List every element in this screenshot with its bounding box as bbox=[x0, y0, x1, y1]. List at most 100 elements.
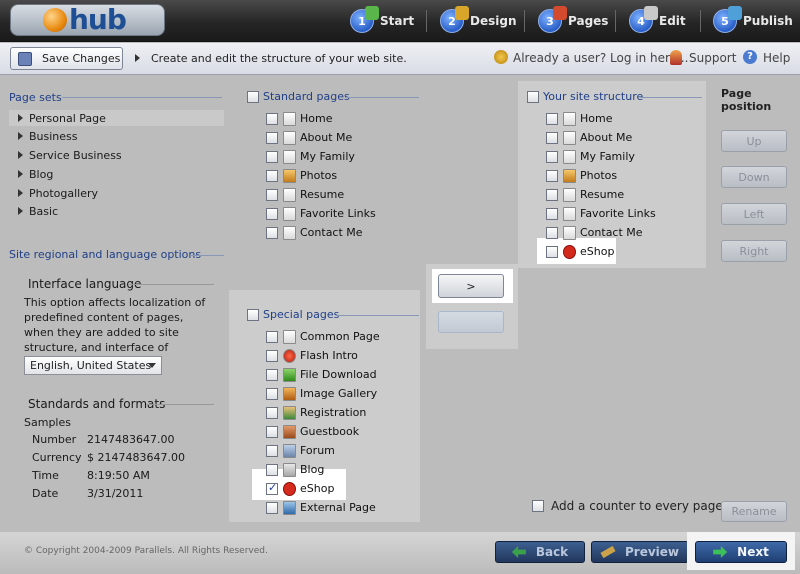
checkbox[interactable] bbox=[546, 188, 558, 201]
next-button[interactable]: Next bbox=[695, 541, 787, 563]
step-design-label: Design bbox=[470, 14, 517, 28]
special-page-registration[interactable]: Registration bbox=[266, 403, 380, 422]
checkbox[interactable] bbox=[266, 501, 278, 514]
special-page-blog[interactable]: Blog bbox=[266, 460, 380, 479]
checkbox[interactable] bbox=[266, 112, 278, 125]
special-pages-header[interactable]: Special pages bbox=[247, 308, 339, 321]
checkbox[interactable] bbox=[266, 368, 278, 381]
checkbox[interactable] bbox=[546, 131, 558, 144]
divider bbox=[337, 315, 419, 316]
standard-page-my-family[interactable]: My Family bbox=[266, 147, 376, 166]
structure-page-resume[interactable]: Resume bbox=[546, 185, 656, 204]
step-divider bbox=[700, 10, 701, 32]
checkbox[interactable] bbox=[266, 169, 278, 182]
checkbox[interactable] bbox=[546, 112, 558, 125]
checkbox[interactable] bbox=[546, 169, 558, 182]
special-page-eshop[interactable]: eShop bbox=[266, 479, 380, 498]
structure-page-home[interactable]: Home bbox=[546, 109, 656, 128]
page-set-basic[interactable]: Basic bbox=[18, 203, 58, 219]
checkbox[interactable] bbox=[266, 188, 278, 201]
save-changes-button[interactable]: Save Changes bbox=[10, 47, 123, 70]
copyright: © Copyright 2004-2009 Parallels. All Rig… bbox=[24, 546, 268, 556]
page-icon bbox=[283, 329, 296, 344]
step-publish[interactable]: 5 Publish bbox=[713, 6, 793, 35]
hub-logo[interactable]: hub bbox=[10, 3, 165, 36]
checkbox[interactable] bbox=[546, 226, 558, 239]
special-page-external-page[interactable]: External Page bbox=[266, 498, 380, 517]
checkbox[interactable] bbox=[266, 463, 278, 476]
special-page-common-page[interactable]: Common Page bbox=[266, 327, 380, 346]
special-page-file-download[interactable]: File Download bbox=[266, 365, 380, 384]
step-design[interactable]: 2 Design bbox=[440, 6, 517, 35]
special-page-guestbook[interactable]: Guestbook bbox=[266, 422, 380, 441]
language-select[interactable]: English, United States bbox=[24, 356, 162, 375]
structure-page-about-me[interactable]: About Me bbox=[546, 128, 656, 147]
special-pages-select-all-checkbox[interactable] bbox=[247, 308, 259, 321]
preview-button[interactable]: Preview bbox=[591, 541, 689, 563]
checkbox[interactable] bbox=[266, 131, 278, 144]
move-left-button[interactable]: Left bbox=[721, 203, 787, 225]
add-to-structure-button[interactable]: > bbox=[438, 274, 504, 298]
standard-page-photos[interactable]: Photos bbox=[266, 166, 376, 185]
checkbox[interactable] bbox=[266, 406, 278, 419]
standard-page-home[interactable]: Home bbox=[266, 109, 376, 128]
special-pages-list: Common Page Flash Intro File Download Im… bbox=[266, 327, 380, 517]
standard-page-resume[interactable]: Resume bbox=[266, 185, 376, 204]
site-structure-header[interactable]: Your site structure bbox=[527, 90, 643, 103]
sample-date-value: 3/31/2011 bbox=[87, 487, 144, 500]
page-icon bbox=[563, 130, 576, 145]
special-page-image-gallery[interactable]: Image Gallery bbox=[266, 384, 380, 403]
standard-page-about-me[interactable]: About Me bbox=[266, 128, 376, 147]
chevron-down-icon bbox=[148, 363, 156, 368]
page-set-service-business[interactable]: Service Business bbox=[18, 147, 122, 163]
rename-button[interactable]: Rename bbox=[721, 501, 787, 522]
checkbox[interactable] bbox=[546, 207, 558, 220]
page-set-blog[interactable]: Blog bbox=[18, 166, 53, 182]
standard-page-favorite-links[interactable]: Favorite Links bbox=[266, 204, 376, 223]
login-link[interactable]: Already a user? Log in here... bbox=[513, 51, 689, 65]
structure-page-contact-me[interactable]: Contact Me bbox=[546, 223, 656, 242]
checkbox[interactable] bbox=[266, 207, 278, 220]
special-page-flash-intro[interactable]: Flash Intro bbox=[266, 346, 380, 365]
page-icon bbox=[283, 149, 296, 164]
checkbox[interactable] bbox=[546, 245, 558, 258]
step-start[interactable]: 1 Start bbox=[350, 6, 414, 35]
structure-page-my-family[interactable]: My Family bbox=[546, 147, 656, 166]
sample-currency-value: $ 2147483647.00 bbox=[87, 451, 185, 464]
move-down-button[interactable]: Down bbox=[721, 166, 787, 188]
page-set-personal-page[interactable]: Personal Page bbox=[18, 110, 106, 126]
help-link[interactable]: Help bbox=[763, 51, 790, 65]
checkbox[interactable] bbox=[266, 387, 278, 400]
remove-from-structure-button[interactable] bbox=[438, 311, 504, 333]
divider bbox=[640, 97, 702, 98]
counter-option[interactable]: Add a counter to every page bbox=[532, 499, 723, 513]
page-icon bbox=[283, 130, 296, 145]
checkbox[interactable] bbox=[266, 444, 278, 457]
checkbox[interactable] bbox=[266, 425, 278, 438]
standard-pages-list: Home About Me My Family Photos Resume Fa… bbox=[266, 109, 376, 242]
back-button[interactable]: Back bbox=[495, 541, 585, 563]
site-structure-select-all-checkbox[interactable] bbox=[527, 90, 539, 103]
standard-pages-select-all-checkbox[interactable] bbox=[247, 90, 259, 103]
move-right-button[interactable]: Right bbox=[721, 240, 787, 262]
special-page-forum[interactable]: Forum bbox=[266, 441, 380, 460]
standard-page-contact-me[interactable]: Contact Me bbox=[266, 223, 376, 242]
page-set-business[interactable]: Business bbox=[18, 128, 78, 144]
structure-page-photos[interactable]: Photos bbox=[546, 166, 656, 185]
step-pages[interactable]: 3 Pages bbox=[538, 6, 608, 35]
flash-icon bbox=[283, 348, 296, 363]
checkbox[interactable] bbox=[266, 150, 278, 163]
step-edit[interactable]: 4 Edit bbox=[629, 6, 686, 35]
counter-checkbox[interactable] bbox=[532, 500, 544, 512]
checkbox[interactable] bbox=[546, 150, 558, 163]
structure-page-favorite-links[interactable]: Favorite Links bbox=[546, 204, 656, 223]
support-link[interactable]: Support bbox=[689, 51, 736, 65]
checkbox[interactable] bbox=[266, 330, 278, 343]
checkbox-checked[interactable] bbox=[266, 482, 278, 495]
structure-page-eshop[interactable]: eShop bbox=[546, 242, 656, 261]
checkbox[interactable] bbox=[266, 349, 278, 362]
page-set-photogallery[interactable]: Photogallery bbox=[18, 185, 98, 201]
standard-pages-header[interactable]: Standard pages bbox=[247, 90, 350, 103]
move-up-button[interactable]: Up bbox=[721, 130, 787, 152]
checkbox[interactable] bbox=[266, 226, 278, 239]
